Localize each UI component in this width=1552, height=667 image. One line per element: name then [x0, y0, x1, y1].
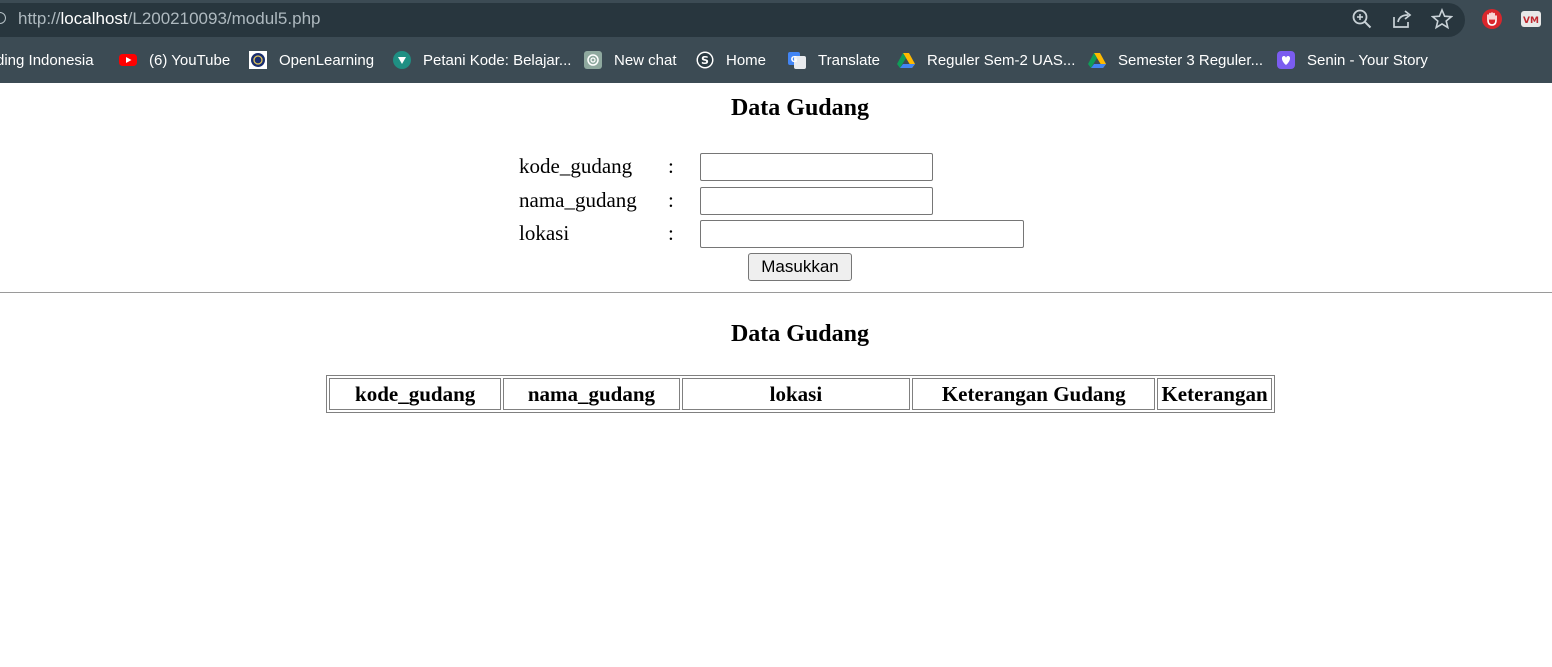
zoom-icon[interactable]: [1351, 8, 1373, 30]
kode-gudang-label: kode_gudang: [519, 154, 633, 178]
lokasi-colon: :: [668, 221, 674, 245]
lokasi-label: lokasi: [519, 221, 570, 245]
bookmark-label: Petani Kode: Belajar...: [423, 51, 572, 69]
s-icon: S: [696, 51, 714, 69]
block-extension-icon[interactable]: [1481, 8, 1503, 30]
share-icon[interactable]: [1391, 8, 1413, 30]
bookmark-item[interactable]: New chat: [584, 46, 677, 74]
table-header-row: kode_gudang nama_gudang lokasi Keteranga…: [329, 378, 1272, 410]
google-translate-icon: G: [788, 52, 806, 69]
svg-text:G: G: [791, 55, 798, 64]
bookmark-label: ding Indonesia: [0, 51, 94, 69]
table-header-cell: lokasi: [681, 378, 911, 410]
bookmarks-bar: ding Indonesia (6) YouTube OpenLearning …: [0, 46, 1552, 74]
bookmark-item[interactable]: Reguler Sem-2 UAS...: [897, 46, 1075, 74]
nama-gudang-colon: :: [668, 188, 674, 212]
bookmark-item[interactable]: ding Indonesia: [0, 46, 94, 74]
nama-gudang-input[interactable]: [700, 187, 933, 215]
youtube-icon: [119, 54, 137, 66]
table-header-cell: kode_gudang: [329, 378, 502, 410]
bookmark-label: Senin - Your Story: [1307, 51, 1428, 69]
kode-gudang-colon: :: [668, 154, 674, 178]
bookmark-item[interactable]: Senin - Your Story: [1277, 46, 1428, 74]
bookmark-item[interactable]: S Home: [696, 46, 766, 74]
table-header-cell: Keterangan: [1157, 378, 1272, 410]
bookmark-label: (6) YouTube: [149, 51, 231, 69]
bookmark-item[interactable]: G Translate: [788, 46, 880, 74]
bookmark-item[interactable]: Semester 3 Reguler...: [1088, 46, 1263, 74]
bookmark-item[interactable]: (6) YouTube: [119, 46, 230, 74]
submit-button[interactable]: Masukkan: [748, 253, 852, 281]
table-header-cell: nama_gudang: [503, 378, 680, 410]
bookmark-label: Home: [726, 51, 767, 69]
url-prefix: http://: [18, 9, 61, 28]
kode-gudang-input[interactable]: [700, 153, 933, 181]
browser-chrome: http://localhost/L200210093/modul5.php V…: [0, 0, 1552, 83]
openlearning-icon: [249, 51, 267, 69]
bookmark-label: Translate: [818, 51, 880, 69]
bookmark-star-icon[interactable]: [1431, 8, 1453, 30]
petanikode-icon: [393, 51, 411, 69]
bookmark-label: Reguler Sem-2 UAS...: [927, 51, 1076, 69]
vm-extension-icon[interactable]: VM: [1520, 8, 1542, 30]
chatgpt-icon: [584, 51, 602, 69]
lokasi-input[interactable]: [700, 220, 1024, 248]
google-drive-icon: [897, 53, 915, 68]
bookmark-label: Semester 3 Reguler...: [1118, 51, 1264, 69]
bookmark-label: OpenLearning: [279, 51, 375, 69]
bookmark-item[interactable]: OpenLearning: [249, 46, 374, 74]
svg-text:S: S: [701, 54, 709, 67]
svg-text:VM: VM: [1523, 16, 1539, 26]
google-drive-icon: [1088, 53, 1106, 68]
table-title: Data Gudang: [730, 321, 870, 347]
data-table: kode_gudang nama_gudang lokasi Keteranga…: [326, 375, 1275, 413]
nama-gudang-label: nama_gudang: [519, 188, 637, 212]
bookmark-label: New chat: [614, 51, 677, 69]
divider: [0, 292, 1552, 293]
heart-icon: [1277, 51, 1295, 69]
url-path: /L200210093/modul5.php: [127, 9, 321, 28]
url-text[interactable]: http://localhost/L200210093/modul5.php: [18, 9, 320, 29]
form-title: Data Gudang: [730, 95, 870, 121]
table-header-cell: Keterangan Gudang: [912, 378, 1156, 410]
bookmark-item[interactable]: Petani Kode: Belajar...: [393, 46, 571, 74]
url-host: localhost: [60, 9, 128, 28]
